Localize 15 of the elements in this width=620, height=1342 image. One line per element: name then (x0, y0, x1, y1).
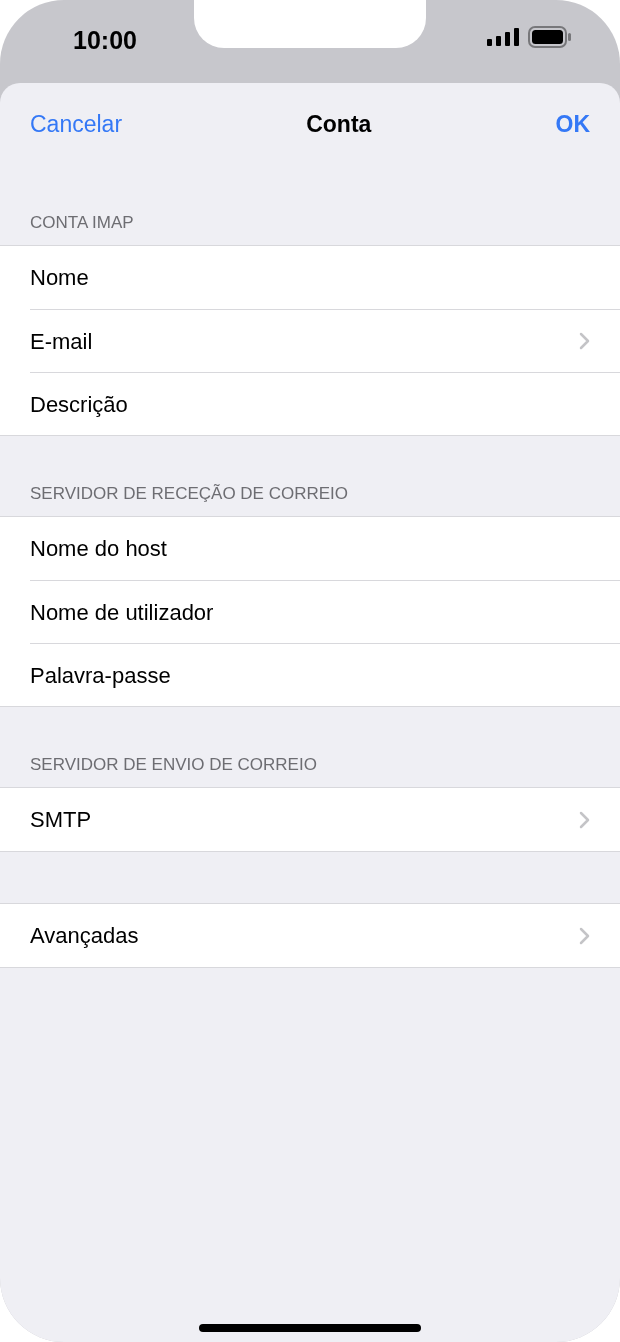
section-header: SERVIDOR DE RECEÇÃO DE CORREIO (30, 482, 349, 505)
ok-button[interactable]: OK (555, 106, 590, 142)
status-time: 10:00 (73, 25, 137, 56)
row-label[interactable]: Palavra-passe (30, 658, 590, 692)
row-label[interactable]: Nome de utilizador (30, 595, 590, 629)
section-header: SERVIDOR DE ENVIO DE CORREIO (30, 753, 317, 776)
nav-title: Conta (306, 109, 372, 139)
cancel-button[interactable]: Cancelar (30, 106, 123, 142)
row-label[interactable]: E-mail (30, 324, 579, 358)
row-label[interactable]: Nome do host (30, 532, 590, 565)
signal-icon (487, 28, 519, 46)
battery-icon (528, 26, 572, 48)
row-label[interactable]: Nome (30, 261, 590, 294)
row-label[interactable]: Descrição (30, 387, 590, 421)
section-header: CONTA IMAP (30, 211, 134, 234)
